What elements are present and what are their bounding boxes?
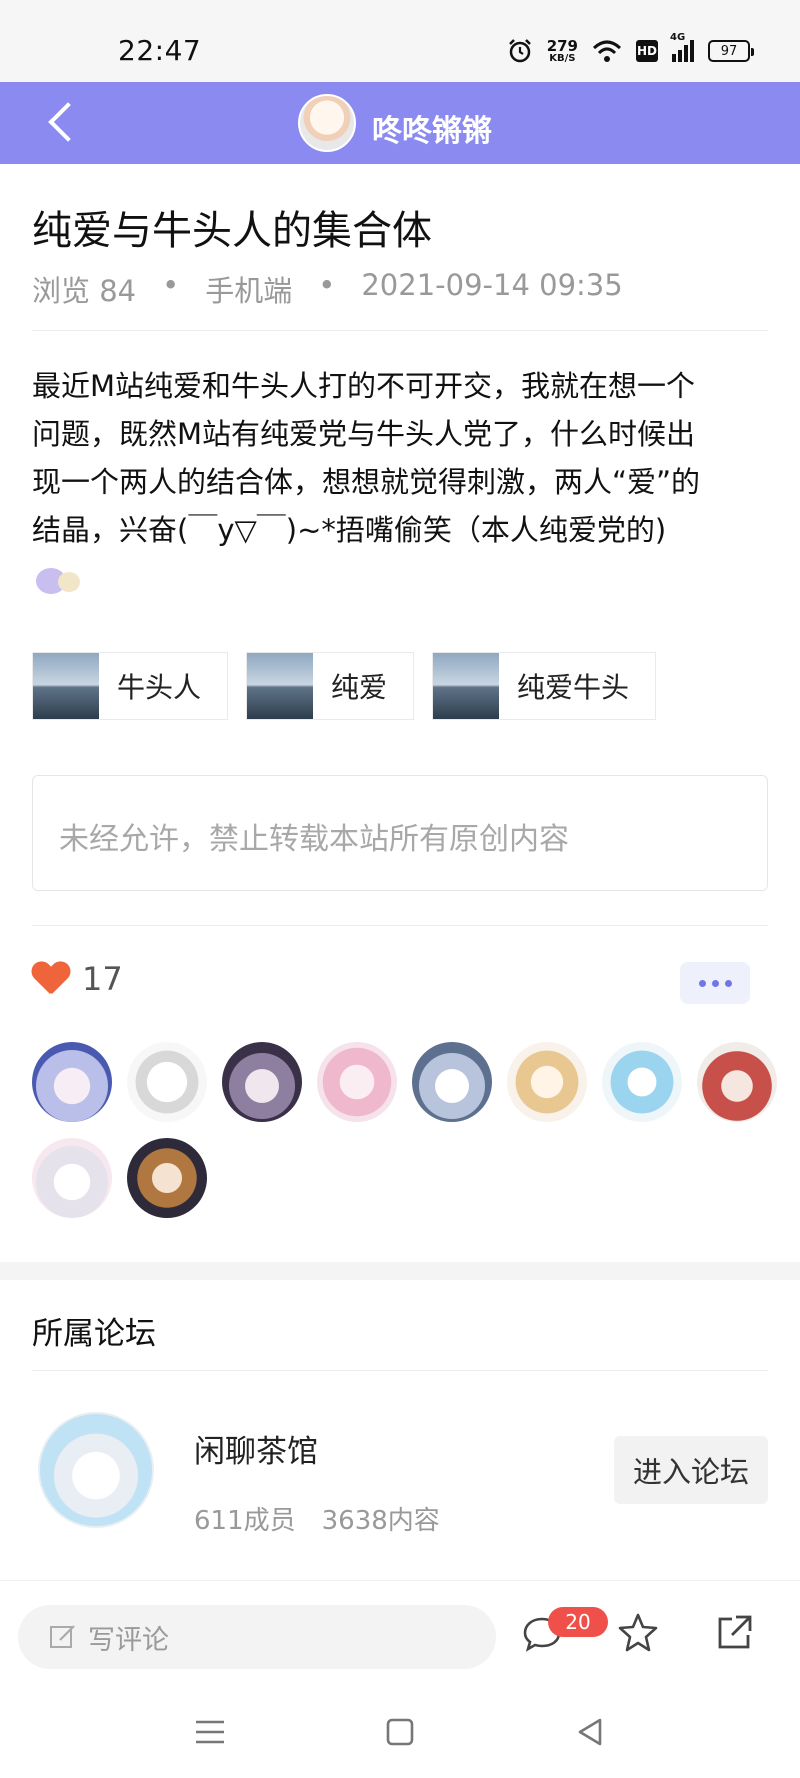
comment-count-badge: 20 — [548, 1607, 608, 1637]
alarm-icon — [508, 39, 531, 63]
dot-icon — [724, 979, 732, 987]
like-section: 17 — [32, 960, 123, 998]
tag-label: 牛头人 — [117, 671, 202, 704]
divider — [32, 330, 768, 331]
hd-icon: HD — [636, 40, 658, 62]
tag-thumbnail — [33, 653, 99, 719]
forum-name[interactable]: 闲聊茶馆 — [194, 1426, 318, 1471]
signal-icon: 4G — [670, 32, 694, 62]
home-icon[interactable] — [380, 1712, 420, 1752]
dot-icon — [698, 979, 706, 987]
battery-icon: 97 — [708, 40, 754, 62]
tag-chunai-niutou[interactable]: 纯爱牛头 — [432, 652, 657, 720]
status-time: 22:47 — [118, 34, 202, 67]
comment-placeholder: 写评论 — [88, 1624, 169, 1656]
liker-avatar[interactable] — [602, 1042, 682, 1122]
back-button[interactable] — [40, 98, 80, 148]
wifi-icon — [592, 40, 622, 62]
tag-chunai[interactable]: 纯爱 — [246, 652, 415, 720]
author-name[interactable]: 咚咚锵锵 — [372, 106, 492, 150]
status-bar: 22:47 279 KB/S HD 4G 97 — [0, 0, 800, 82]
star-icon[interactable] — [616, 1611, 660, 1655]
share-icon[interactable] — [712, 1611, 756, 1655]
content-line: 结晶，兴奋(￣y▽￣)~*捂嘴偷笑（本人纯爱党的) — [32, 513, 667, 547]
liker-avatar[interactable] — [507, 1042, 587, 1122]
tag-thumbnail — [433, 653, 500, 719]
back-nav-icon[interactable] — [570, 1712, 610, 1752]
section-gap — [0, 1262, 800, 1280]
heart-icon[interactable] — [32, 962, 68, 996]
liker-avatar[interactable] — [697, 1042, 777, 1122]
liker-avatar[interactable] — [32, 1138, 112, 1218]
edit-icon — [50, 1625, 75, 1648]
content-line: 现一个两人的结合体，想想就觉得刺激，两人“爱”的 — [32, 465, 701, 499]
network-type: 4G — [670, 32, 686, 43]
liker-avatar[interactable] — [412, 1042, 492, 1122]
tag-thumbnail — [247, 653, 314, 719]
post-source: 手机端 — [205, 274, 293, 308]
comment-input[interactable]: 写评论 — [18, 1605, 496, 1669]
like-count: 17 — [82, 960, 123, 998]
post-title: 纯爱与牛头人的集合体 — [32, 208, 432, 254]
sticker-emoji — [32, 560, 86, 598]
liker-avatar[interactable] — [317, 1042, 397, 1122]
top-header: 咚咚锵锵 — [0, 82, 800, 164]
post-content: 最近M站纯爱和牛头人打的不可开交，我就在想一个 问题，既然M站有纯爱党与牛头人党… — [32, 362, 772, 554]
author-avatar[interactable] — [298, 94, 356, 152]
net-speed-value: 279 — [546, 36, 578, 55]
post-datetime: 2021-09-14 09:35 — [361, 268, 623, 302]
net-speed: 279 KB/S — [546, 36, 578, 64]
tag-label: 纯爱牛头 — [517, 671, 630, 704]
forum-members: 611成员 — [194, 1506, 296, 1536]
forum-contents: 3638内容 — [321, 1506, 440, 1536]
forum-avatar[interactable] — [38, 1412, 154, 1528]
liker-avatar[interactable] — [127, 1042, 207, 1122]
system-nav-bar — [0, 1690, 800, 1778]
forum-section-title: 所属论坛 — [32, 1316, 156, 1352]
bottom-action-bar: 写评论 20 — [0, 1580, 800, 1690]
liker-avatar[interactable] — [127, 1138, 207, 1218]
liker-avatar[interactable] — [32, 1042, 112, 1122]
dot-icon — [711, 979, 719, 987]
divider — [32, 1370, 768, 1371]
meta-separator: • — [318, 268, 336, 302]
more-button[interactable] — [680, 962, 750, 1004]
liker-avatar[interactable] — [222, 1042, 302, 1122]
content-line: 最近M站纯爱和牛头人打的不可开交，我就在想一个 — [32, 369, 696, 403]
content-line: 问题，既然M站有纯爱党与牛头人党了，什么时候出 — [32, 417, 696, 451]
tag-list: 牛头人 纯爱 纯爱牛头 — [32, 652, 657, 720]
divider — [32, 925, 768, 926]
enter-forum-button[interactable]: 进入论坛 — [614, 1436, 768, 1504]
tag-niutouren[interactable]: 牛头人 — [32, 652, 229, 720]
tag-label: 纯爱 — [331, 671, 388, 704]
net-speed-unit: KB/S — [549, 52, 576, 64]
copyright-notice: 未经允许，禁止转载本站所有原创内容 — [32, 775, 768, 891]
forum-stats: 611成员 3638内容 — [194, 1500, 440, 1537]
view-count: 浏览 84 — [32, 274, 137, 308]
meta-separator: • — [162, 268, 180, 302]
notice-text: 未经允许，禁止转载本站所有原创内容 — [59, 822, 569, 857]
menu-icon[interactable] — [190, 1712, 230, 1752]
post-meta: 浏览 84 • 手机端 • 2021-09-14 09:35 — [32, 268, 623, 310]
status-icons: 279 KB/S HD 4G 97 — [507, 32, 754, 68]
